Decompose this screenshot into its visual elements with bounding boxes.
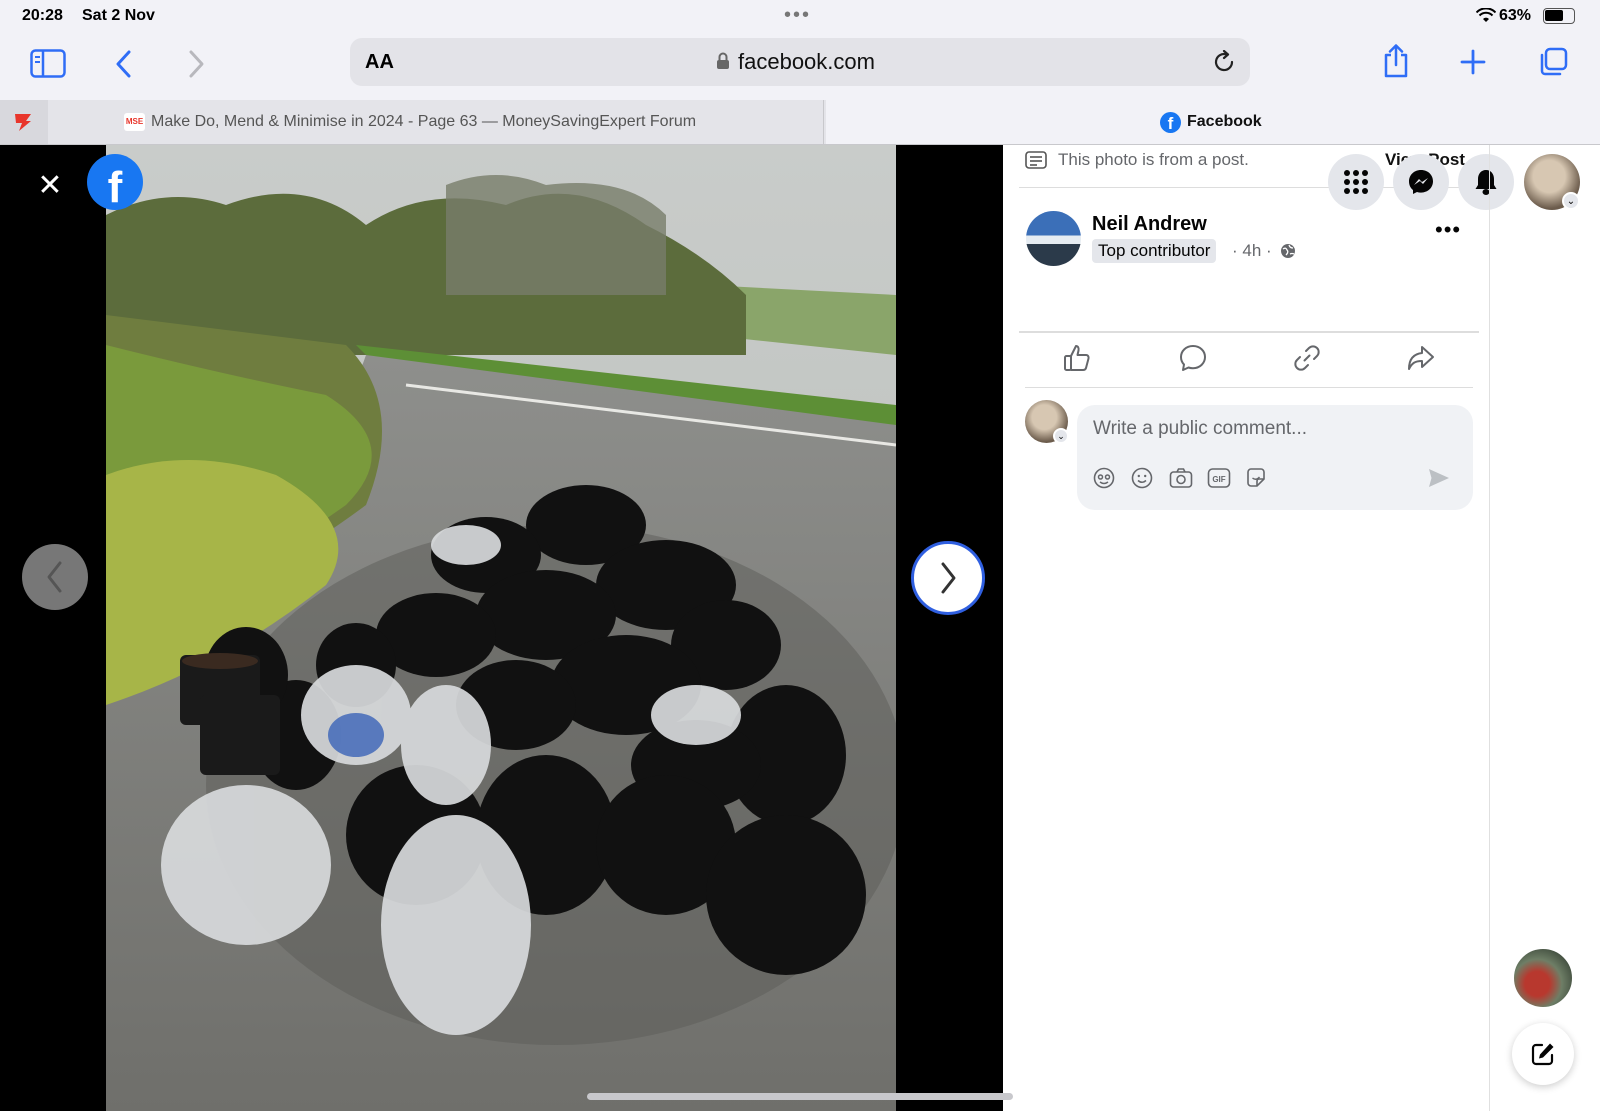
pinned-site-icon xyxy=(15,114,31,131)
pinned-tab[interactable] xyxy=(0,100,48,144)
forward-icon[interactable] xyxy=(186,49,206,79)
chevron-down-icon: ⌄ xyxy=(1562,192,1580,210)
gif-icon[interactable]: GIF xyxy=(1207,467,1231,489)
notifications-button[interactable] xyxy=(1458,154,1514,210)
new-tab-icon[interactable] xyxy=(1459,48,1487,76)
url-text[interactable]: facebook.com xyxy=(738,49,875,75)
status-date: Sat 2 Nov xyxy=(82,7,155,24)
messenger-icon xyxy=(1409,170,1433,194)
lock-icon xyxy=(717,52,729,69)
globe-icon xyxy=(1281,244,1295,258)
photo-from-post-note: This photo is from a post. xyxy=(1058,150,1249,169)
tab-title: Make Do, Mend & Minimise in 2024 - Page … xyxy=(151,113,697,130)
more-options-icon[interactable]: ••• xyxy=(1435,217,1461,243)
tab-bar: MSE Make Do, Mend & Minimise in 2024 - P… xyxy=(0,100,1600,145)
menu-grid-button[interactable] xyxy=(1328,154,1384,210)
chevron-left-icon xyxy=(47,561,62,593)
tab-title: Facebook xyxy=(1187,113,1262,130)
address-bar[interactable]: AA facebook.com xyxy=(350,38,1250,86)
home-indicator[interactable] xyxy=(587,1093,1013,1100)
sidebar-toggle-icon[interactable] xyxy=(30,49,66,79)
like-icon[interactable] xyxy=(1062,343,1092,373)
status-bar: 20:28 Sat 2 Nov ••• 63% xyxy=(0,0,1600,34)
top-contributor-badge[interactable]: Top contributor xyxy=(1092,239,1217,263)
browser-toolbar: AA facebook.com xyxy=(0,34,1600,100)
back-icon[interactable] xyxy=(114,49,134,79)
comment-icon[interactable] xyxy=(1178,343,1208,373)
status-time: 20:28 xyxy=(22,7,63,24)
avatar-sticker-icon[interactable] xyxy=(1093,467,1115,489)
battery-icon xyxy=(1543,8,1575,24)
divider xyxy=(1019,331,1479,333)
sticker-icon[interactable] xyxy=(1245,467,1267,489)
multitasking-dots-icon[interactable]: ••• xyxy=(784,4,811,27)
post-photo[interactable] xyxy=(106,145,896,1111)
close-viewer-icon[interactable]: ✕ xyxy=(30,165,70,205)
wifi-icon xyxy=(1476,8,1496,22)
copy-link-icon[interactable] xyxy=(1292,343,1322,373)
facebook-favicon-icon: f xyxy=(1160,112,1181,133)
tab-facebook[interactable]: f Facebook xyxy=(826,100,1600,144)
next-photo-button[interactable] xyxy=(911,541,985,615)
text-size-button[interactable]: AA xyxy=(365,51,394,74)
author-name[interactable]: Neil Andrew xyxy=(1092,213,1207,236)
bell-icon xyxy=(1475,170,1497,195)
author-avatar[interactable] xyxy=(1026,211,1081,266)
chat-head-avatar[interactable] xyxy=(1512,947,1574,1009)
messenger-button[interactable] xyxy=(1393,154,1449,210)
panel-divider xyxy=(1489,145,1490,1111)
svg-text:GIF: GIF xyxy=(1212,475,1225,484)
post-side-panel: This photo is from a post. View Post ⌄ N… xyxy=(1003,145,1600,1111)
post-meta[interactable]: · 4h · xyxy=(1232,241,1272,261)
tab-overview-icon[interactable] xyxy=(1537,46,1569,78)
divider xyxy=(1025,387,1473,388)
tab-favicon-mse: MSE xyxy=(124,113,145,131)
send-icon[interactable] xyxy=(1427,467,1451,489)
account-avatar[interactable]: ⌄ xyxy=(1524,154,1580,210)
compose-icon xyxy=(1531,1043,1554,1066)
comment-input[interactable]: Write a public comment... xyxy=(1093,418,1307,440)
post-note-icon xyxy=(1025,151,1047,169)
share-icon[interactable] xyxy=(1381,43,1411,79)
emoji-icon[interactable] xyxy=(1131,467,1153,489)
previous-photo-button[interactable] xyxy=(22,544,88,610)
reload-icon[interactable] xyxy=(1212,50,1236,74)
facebook-logo-icon[interactable]: f xyxy=(87,154,143,212)
photo-viewer: ✕ f xyxy=(0,145,1003,1111)
comment-composer[interactable]: Write a public comment... GIF xyxy=(1077,405,1473,510)
tab-mse-forum[interactable]: MSE Make Do, Mend & Minimise in 2024 - P… xyxy=(49,100,856,144)
chevron-down-icon: ⌄ xyxy=(1053,428,1069,444)
share-post-icon[interactable] xyxy=(1406,343,1436,373)
chevron-right-icon xyxy=(941,562,956,594)
my-avatar[interactable]: ⌄ xyxy=(1025,400,1069,444)
new-message-button[interactable] xyxy=(1512,1023,1574,1085)
battery-percent: 63% xyxy=(1499,7,1532,24)
camera-icon[interactable] xyxy=(1169,467,1193,489)
grid-menu-icon xyxy=(1344,170,1368,194)
